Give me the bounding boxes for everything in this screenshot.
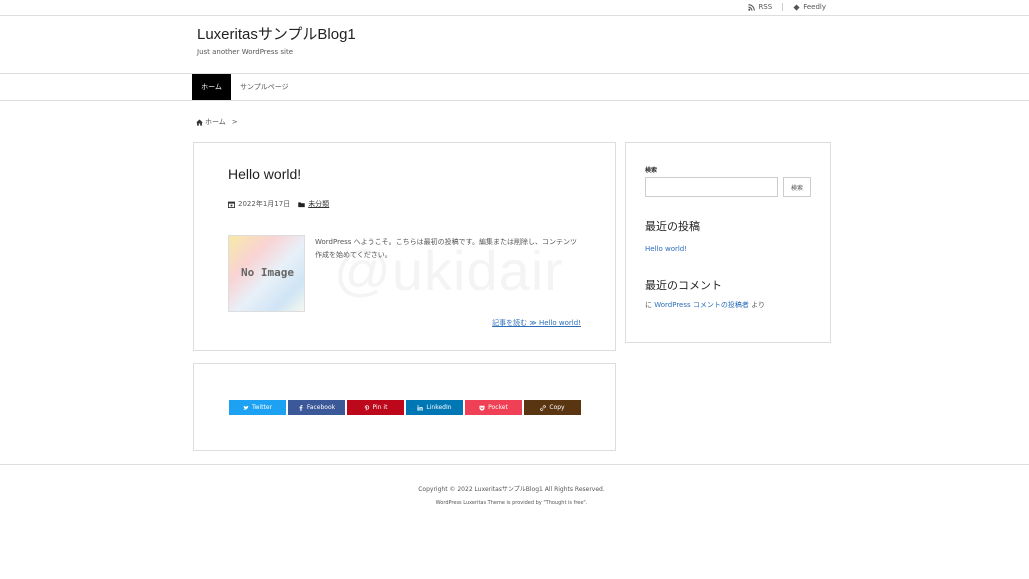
search-input[interactable] (645, 177, 778, 197)
nav-item-sample-page[interactable]: サンプルページ (231, 74, 298, 100)
copy-link-button[interactable]: Copy (524, 400, 581, 415)
footer: Copyright © 2022 LuxeritasサンプルBlog1 All … (0, 464, 1029, 579)
linkedin-icon (417, 404, 424, 411)
share-box: Twitter Facebook Pin it LinkedIn Pocket … (193, 363, 616, 451)
share-twitter-button[interactable]: Twitter (229, 400, 286, 415)
share-pocket-button[interactable]: Pocket (465, 400, 522, 415)
breadcrumb: ホーム > (196, 117, 238, 127)
feedly-label: Feedly (803, 3, 826, 11)
feedly-link[interactable]: Feedly (793, 3, 826, 11)
breadcrumb-home[interactable]: ホーム (205, 117, 226, 127)
share-facebook-button[interactable]: Facebook (288, 400, 345, 415)
recent-comments-heading: 最近のコメント (645, 280, 722, 292)
divider (782, 3, 784, 11)
share-linkedin-button[interactable]: LinkedIn (406, 400, 463, 415)
copyright-text: Copyright © 2022 LuxeritasサンプルBlog1 All … (418, 486, 605, 493)
link-icon (540, 404, 547, 411)
facebook-icon (299, 404, 303, 411)
rss-icon (748, 3, 756, 11)
share-linkedin-label: LinkedIn (426, 404, 452, 411)
rss-link[interactable]: RSS (748, 3, 772, 11)
main-navigation: ホーム サンプルページ (0, 73, 1029, 101)
share-twitter-label: Twitter (251, 404, 273, 411)
post-card: @ukidair Hello world! 2022年1月17日 未分類 No … (193, 142, 616, 351)
folder-icon (298, 201, 305, 207)
feedly-icon (793, 3, 800, 11)
comment-author-link[interactable]: WordPress コメントの投稿者 (654, 301, 749, 309)
home-icon (196, 118, 203, 126)
share-buttons: Twitter Facebook Pin it LinkedIn Pocket … (229, 400, 581, 415)
no-image-text: No Image (241, 266, 294, 279)
twitter-icon (243, 405, 249, 410)
share-facebook-label: Facebook (306, 404, 336, 411)
pocket-icon (479, 405, 485, 411)
post-meta: 2022年1月17日 未分類 (228, 199, 329, 209)
share-pocket-label: Pocket (488, 404, 508, 411)
share-pinterest-button[interactable]: Pin it (347, 400, 404, 415)
recent-posts-heading: 最近の投稿 (645, 221, 700, 233)
breadcrumb-separator: > (231, 118, 238, 126)
calendar-icon (228, 201, 235, 208)
post-date: 2022年1月17日 (238, 200, 291, 208)
site-description: Just another WordPress site (197, 48, 294, 56)
post-excerpt: WordPress へようこそ。こちらは最初の投稿です。編集または削除し、コンテ… (315, 238, 577, 259)
pinterest-icon (364, 404, 369, 411)
search-label: 検索 (645, 167, 658, 174)
site-title[interactable]: LuxeritasサンプルBlog1 (197, 23, 356, 44)
rss-label: RSS (758, 3, 773, 11)
post-category[interactable]: 未分類 (308, 199, 329, 209)
share-pinterest-label: Pin it (372, 404, 388, 411)
post-thumbnail[interactable]: No Image (228, 235, 305, 312)
recent-post-link[interactable]: Hello world! (645, 245, 687, 253)
read-more-link[interactable]: 記事を読む ≫ Hello world! (492, 318, 581, 328)
comment-prefix: に (645, 301, 652, 309)
top-bar: RSS Feedly (0, 0, 1029, 16)
post-title[interactable]: Hello world! (228, 166, 301, 182)
search-button[interactable]: 検索 (783, 177, 811, 197)
theme-credit: WordPress Luxeritas Theme is provided by… (435, 500, 588, 506)
comment-suffix: より (751, 301, 765, 309)
recent-comment: に WordPress コメントの投稿者 より (645, 300, 765, 310)
sidebar: 検索 検索 最近の投稿 Hello world! 最近のコメント に WordP… (625, 142, 831, 343)
nav-item-home[interactable]: ホーム (192, 74, 231, 100)
feed-links: RSS Feedly (748, 3, 826, 11)
copy-link-label: Copy (549, 404, 565, 411)
